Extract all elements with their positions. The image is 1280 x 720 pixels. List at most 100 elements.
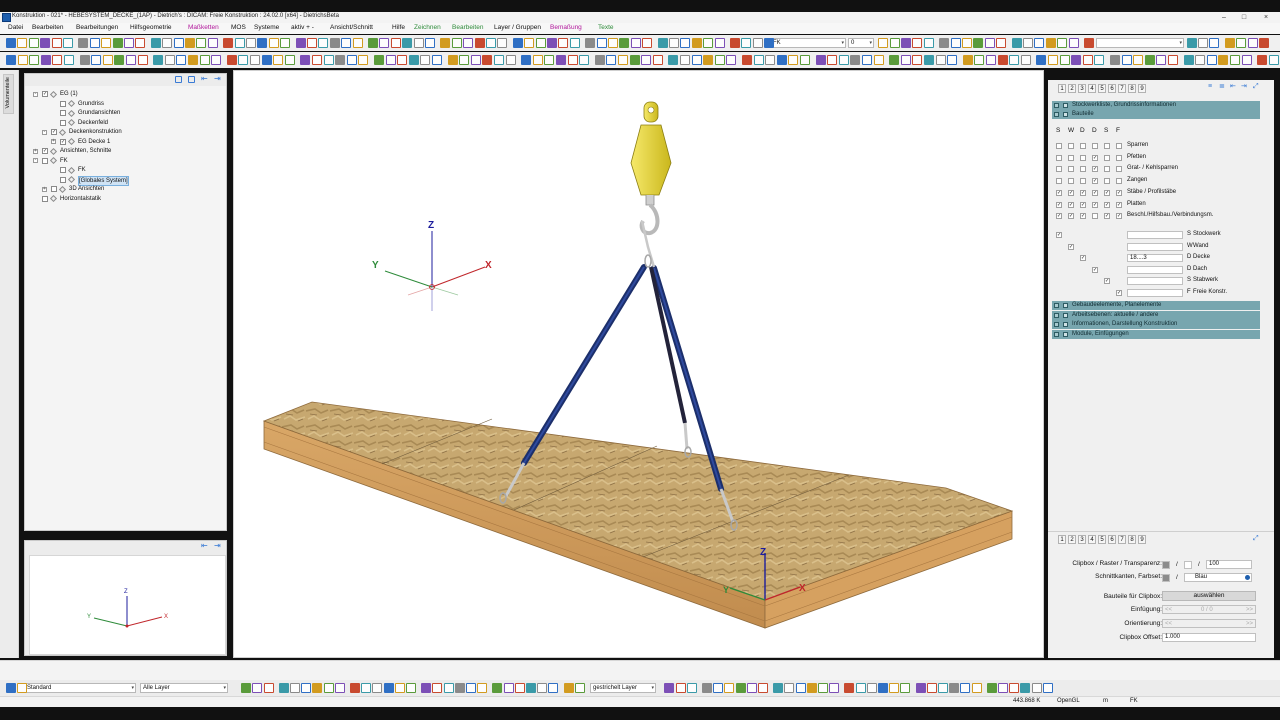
toolbar-tool-icon[interactable] — [741, 38, 752, 48]
toolbar-tool-icon[interactable] — [486, 38, 496, 48]
menu-item-7[interactable]: aktiv + - — [291, 24, 314, 31]
toolbar-tool-icon[interactable] — [664, 683, 675, 693]
bauteil-checkbox[interactable]: ✓ — [1056, 201, 1062, 208]
toolbar-tool-icon[interactable] — [421, 683, 432, 693]
layer-combo[interactable]: Alle Layer ▾ — [140, 683, 228, 693]
toolbar-tool-icon[interactable] — [385, 55, 396, 65]
toolbar-tool-icon[interactable] — [250, 55, 260, 65]
toolbar-tool-icon[interactable] — [394, 683, 405, 693]
toolbar-tool-icon[interactable] — [912, 55, 923, 65]
floor-value-field[interactable] — [1127, 242, 1183, 251]
bauteil-checkbox[interactable]: ✓ — [1104, 213, 1110, 220]
floor-value-field[interactable] — [1127, 288, 1183, 297]
toolbar-tool-icon[interactable] — [226, 55, 237, 65]
toolbar-tool-icon[interactable] — [535, 38, 546, 48]
group-toggle-icon[interactable] — [1063, 331, 1068, 337]
toolbar-tool-icon[interactable] — [950, 38, 961, 48]
floor-checkbox[interactable]: ✓ — [1092, 266, 1098, 273]
right-pin-icon[interactable]: ⇤ — [1230, 83, 1238, 92]
toolbar-tool-icon[interactable] — [526, 683, 536, 693]
toolbar-tool-icon[interactable] — [413, 38, 424, 48]
clip-tab-4[interactable]: 4 — [1088, 535, 1096, 544]
toolbar-tool-icon[interactable] — [608, 38, 618, 48]
toolbar-tool-icon[interactable] — [505, 55, 516, 65]
toolbar-tool-icon[interactable] — [176, 55, 187, 65]
toolbar-tool-icon[interactable] — [284, 55, 295, 65]
toolbar-tool-icon[interactable] — [514, 683, 525, 693]
toolbar-tool-icon[interactable] — [1048, 55, 1058, 65]
toolbar-tool-icon[interactable] — [548, 683, 559, 693]
toolbar-tool-icon[interactable] — [1009, 55, 1020, 65]
toolbar-tool-icon[interactable] — [323, 683, 334, 693]
toolbar-tool-icon[interactable] — [537, 683, 548, 693]
tree-node-label[interactable]: 3D Ansichten — [69, 185, 104, 193]
float-panel-icon[interactable]: ⇥ — [214, 75, 221, 83]
menu-item-5[interactable]: MOS — [231, 24, 246, 31]
toolbar-tool-icon[interactable] — [829, 683, 840, 693]
toolbar-tool-icon[interactable] — [947, 55, 958, 65]
toolbar-tool-icon[interactable] — [89, 38, 100, 48]
toolbar-tool-icon[interactable] — [691, 55, 702, 65]
toolbar-tool-icon[interactable] — [926, 683, 937, 693]
toolbar-tool-icon[interactable] — [764, 38, 775, 48]
toolbar-tool-icon[interactable] — [1218, 55, 1229, 65]
toolbar-tool-icon[interactable] — [223, 38, 234, 48]
toolbar-tool-icon[interactable] — [1057, 38, 1068, 48]
tree-expand-toggle[interactable]: + — [51, 139, 56, 144]
toolbar-tool-icon[interactable] — [558, 38, 569, 48]
toolbar-tool-icon[interactable] — [923, 38, 934, 48]
right-expand-icon[interactable]: ⤢ — [1253, 83, 1261, 92]
toolbar-tool-icon[interactable] — [788, 55, 799, 65]
toolbar-tool-icon[interactable] — [642, 38, 653, 48]
toolbar-tool-icon[interactable] — [680, 55, 690, 65]
check-all-icon[interactable] — [175, 76, 182, 83]
group-toggle-icon[interactable] — [1063, 312, 1068, 318]
top-tab-9[interactable]: 9 — [1138, 84, 1146, 93]
toolbar-tool-icon[interactable] — [6, 683, 16, 693]
toolbar-tool-icon[interactable] — [567, 55, 578, 65]
toolbar-tool-icon[interactable] — [1198, 38, 1208, 48]
clip-tab-3[interactable]: 3 — [1078, 535, 1086, 544]
tree-expand-toggle[interactable]: - — [33, 158, 38, 163]
group-informationen[interactable]: Informationen, Darstellung Konstruktion — [1052, 320, 1260, 329]
toolbar-tool-icon[interactable] — [866, 683, 877, 693]
toolbar-tool-icon[interactable] — [544, 55, 555, 65]
bauteil-checkbox[interactable]: ✓ — [1116, 201, 1122, 208]
toolbar-tool-icon[interactable] — [784, 683, 795, 693]
toolbar-tool-icon[interactable] — [101, 38, 112, 48]
group-toggle-icon[interactable] — [1063, 112, 1068, 117]
menu-item-10[interactable]: Zeichnen — [414, 24, 441, 31]
toolbar-tool-icon[interactable] — [735, 683, 746, 693]
toolbar-tool-icon[interactable] — [1241, 55, 1252, 65]
tree-checkbox[interactable] — [60, 176, 66, 183]
toolbar-tool-icon[interactable] — [280, 38, 291, 48]
toolbar-tool-icon[interactable] — [278, 683, 289, 693]
tree-node-label[interactable]: Horizontalstatik — [60, 195, 101, 203]
linetype-combo[interactable]: gestrichelt Layer ▾ — [590, 683, 656, 693]
toolbar-tool-icon[interactable] — [312, 55, 322, 65]
auswaehlen-button[interactable]: auswählen — [1162, 591, 1256, 601]
bauteil-checkbox[interactable] — [1068, 154, 1074, 161]
toolbar-tool-icon[interactable] — [996, 38, 1007, 48]
toolbar-tool-icon[interactable] — [6, 55, 16, 65]
toolbar-tool-icon[interactable] — [185, 38, 195, 48]
list-view-icon[interactable]: ≡ — [1208, 83, 1216, 92]
menu-item-4[interactable]: Maßketten — [188, 24, 219, 31]
toolbar-tool-icon[interactable] — [939, 38, 950, 48]
toolbar-tool-icon[interactable] — [1094, 55, 1105, 65]
tree-node-label[interactable]: EG Decke 1 — [78, 138, 110, 146]
toolbar-tool-icon[interactable] — [494, 55, 504, 65]
tree-checkbox[interactable] — [42, 195, 48, 202]
offset-field[interactable]: 1.000 — [1162, 633, 1256, 642]
einfuegung-stepper-prev[interactable]: << — [1165, 607, 1172, 613]
toolbar-tool-icon[interactable] — [1059, 55, 1070, 65]
number-combo[interactable]: 0 ▾ — [848, 38, 874, 48]
bauteil-checkbox[interactable]: ✓ — [1092, 189, 1098, 196]
toolbar-tool-icon[interactable] — [521, 55, 532, 65]
floor-checkbox[interactable]: ✓ — [1116, 289, 1122, 296]
tree-node-label[interactable]: Deckenfeld — [78, 119, 108, 127]
pin-icon[interactable]: ⇤ — [201, 75, 208, 83]
toolbar-tool-icon[interactable] — [726, 55, 737, 65]
toolbar-tool-icon[interactable] — [273, 55, 284, 65]
toolbar-tool-icon[interactable] — [211, 55, 222, 65]
